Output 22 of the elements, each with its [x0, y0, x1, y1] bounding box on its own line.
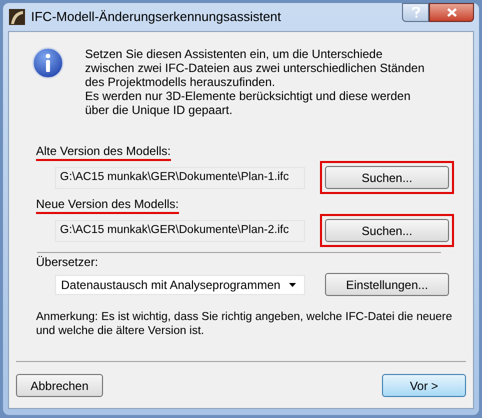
browse-button[interactable]: Suchen...	[325, 219, 449, 242]
settings-button[interactable]: Einstellungen...	[325, 273, 449, 296]
info-icon	[32, 47, 64, 79]
path-field[interactable]: G:\AC15 munkak\GER\Dokumente\Plan-2.ifc	[55, 220, 305, 242]
translator-label: Übersetzer:	[36, 255, 100, 269]
close-icon	[446, 8, 456, 17]
info-text: Setzen Sie diesen Assistenten ein, um die Unterschiede zwischen zwei IFC-Dateien aus zwei unterschiedlichen Ständen des Projektmodells herauszufinden.	[85, 47, 425, 89]
translator-dropdown[interactable]: Datenaustausch mit Analyseprogrammen	[55, 274, 305, 294]
field-label: Alte Version des Modells:	[36, 144, 171, 161]
app-icon	[9, 9, 25, 25]
path-field[interactable]: G:\AC15 munkak\GER\Dokumente\Plan-1.ifc	[55, 166, 305, 188]
field-label: Neue Version des Modells:	[36, 197, 179, 214]
close-button[interactable]	[429, 3, 474, 22]
next-button[interactable]: Vor >	[382, 374, 466, 397]
dropdown-arrow-icon	[289, 282, 296, 286]
help-button[interactable]	[402, 3, 429, 22]
info-text: Es werden nur 3D-Elemente berücksichtigt und diese werden über die Unique ID gepaart.	[85, 89, 412, 117]
help-icon	[412, 7, 420, 18]
browse-button[interactable]: Suchen...	[325, 166, 449, 189]
note-text: Anmerkung: Es ist wichtig, dass Sie richtig angeben, welche IFC-Datei die neuere und welche die ältere Version ist.	[36, 310, 454, 338]
window-title: IFC-Modell-Änderungserkennungsassistent	[31, 8, 282, 26]
cancel-button[interactable]: Abbrechen	[16, 374, 103, 397]
